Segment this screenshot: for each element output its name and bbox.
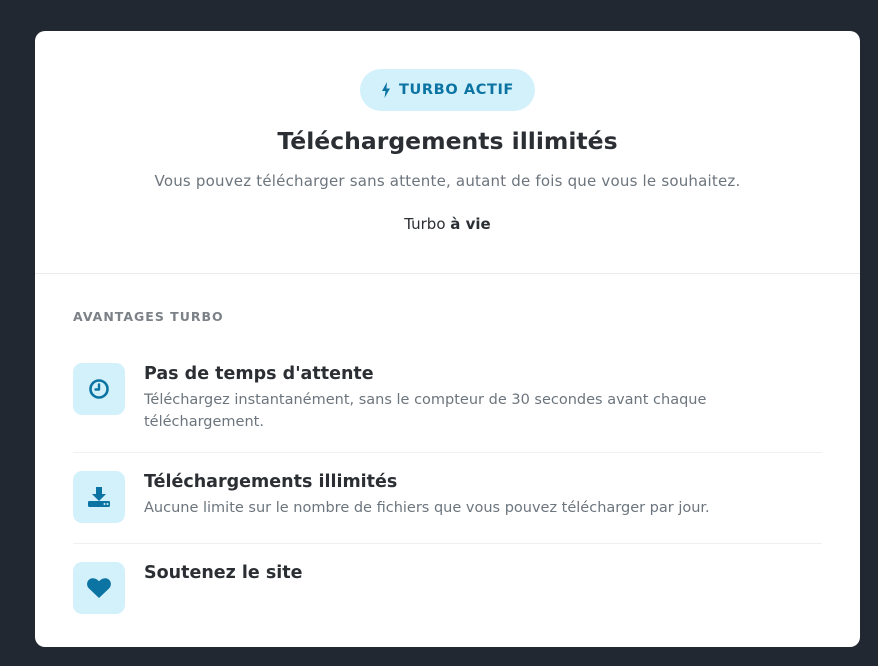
- turbo-hero: TURBO ACTIF Téléchargements illimités Vo…: [35, 31, 860, 274]
- benefit-description: Téléchargez instantanément, sans le comp…: [144, 392, 707, 430]
- badge-label: TURBO ACTIF: [399, 82, 514, 98]
- plan-duration: à vie: [450, 215, 491, 233]
- benefit-title: Téléchargements illimités: [144, 472, 398, 492]
- plan-label: Turbo à vie: [35, 215, 860, 233]
- benefit-title: Pas de temps d'attente: [144, 364, 374, 384]
- plan-prefix: Turbo: [404, 215, 446, 233]
- page-subtitle: Vous pouvez télécharger sans attente, au…: [154, 172, 741, 190]
- benefit-item: Téléchargements illimités Aucune limite …: [73, 471, 822, 544]
- benefits-heading: AVANTAGES TURBO: [73, 309, 224, 324]
- benefit-description: Aucune limite sur le nombre de fichiers …: [144, 500, 710, 516]
- benefit-item: Pas de temps d'attente Téléchargez insta…: [73, 363, 822, 453]
- turbo-card: TURBO ACTIF Téléchargements illimités Vo…: [35, 31, 860, 647]
- benefit-title: Soutenez le site: [144, 563, 303, 583]
- turbo-status-badge: TURBO ACTIF: [360, 69, 535, 111]
- page-title: Téléchargements illimités: [277, 127, 618, 155]
- lightning-icon: [381, 82, 391, 98]
- heart-icon: [73, 562, 125, 614]
- benefit-item: Soutenez le site: [73, 562, 822, 622]
- clock-icon: [73, 363, 125, 415]
- download-icon: [73, 471, 125, 523]
